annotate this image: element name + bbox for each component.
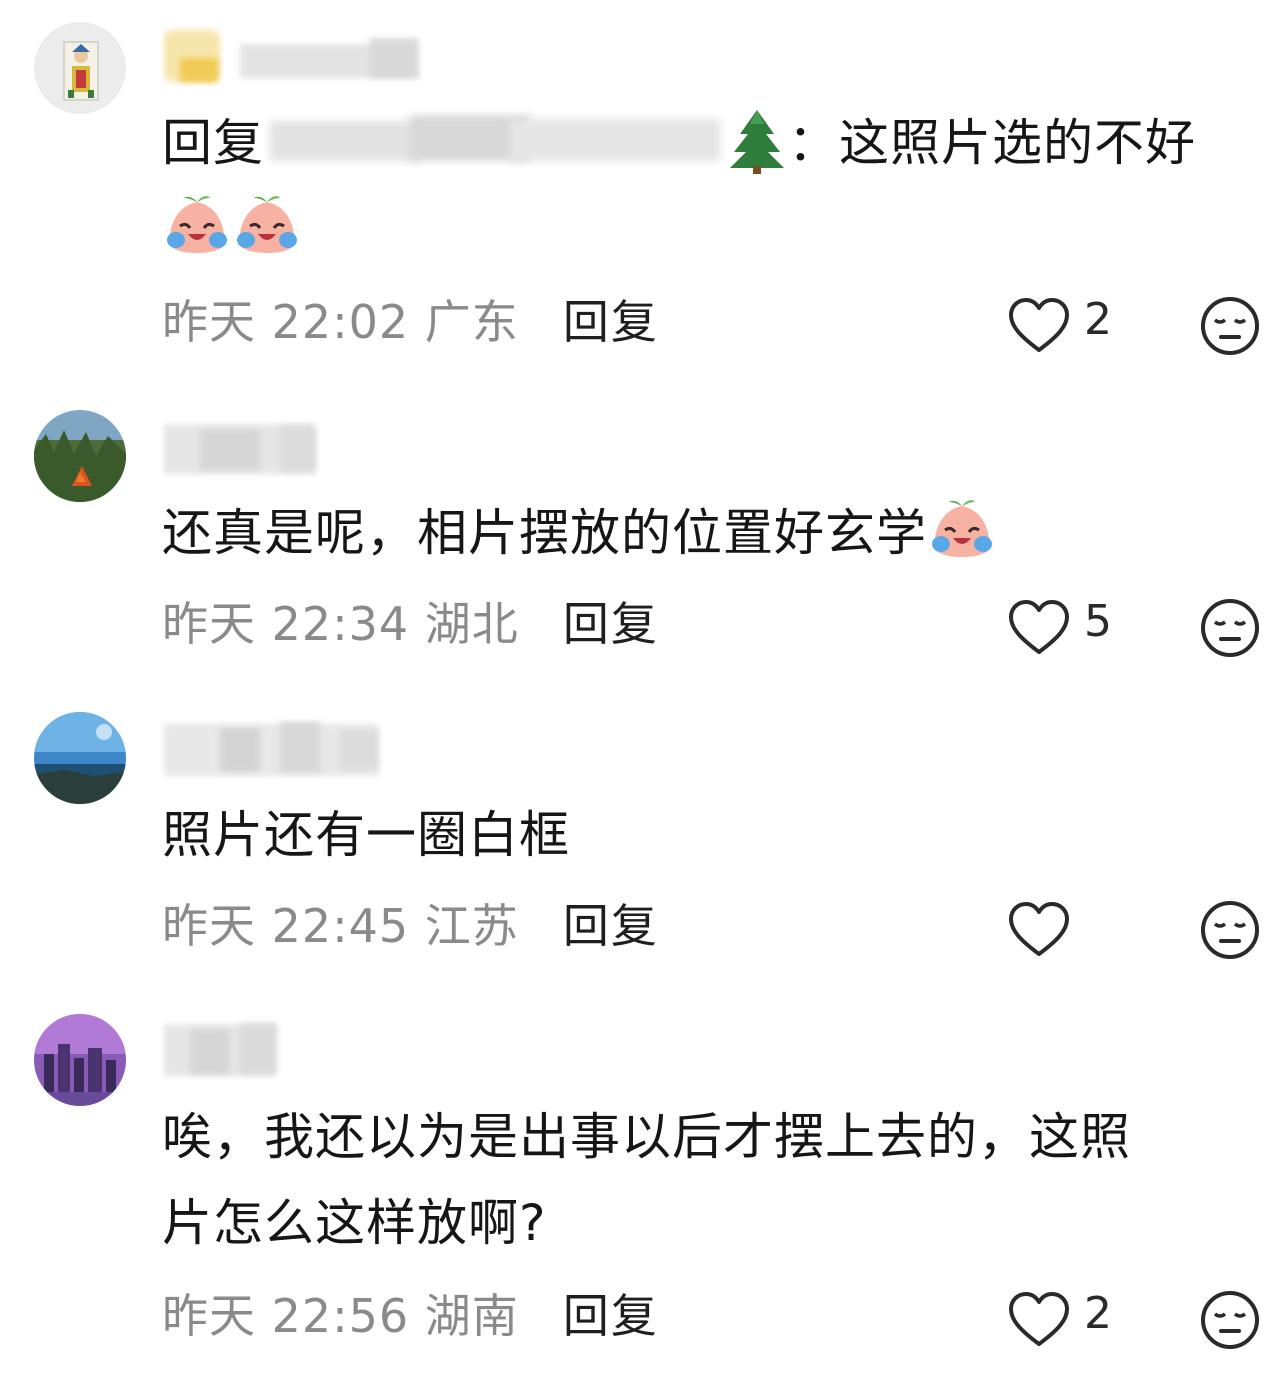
- reply-button[interactable]: 回复: [563, 1289, 659, 1343]
- comment-content: ：这照片选的不好: [788, 114, 1196, 172]
- heart-outline-icon: [1009, 902, 1069, 956]
- comment-content: 还真是呢，相片摆放的位置好玄学: [162, 504, 927, 562]
- comment-meta: 昨天 22:02 广东 回复: [162, 292, 659, 352]
- mention-blurred[interactable]: [270, 111, 720, 171]
- dislike-button[interactable]: [1200, 900, 1260, 960]
- like-count: 5: [1084, 596, 1112, 647]
- heart-outline-icon: [1009, 600, 1069, 654]
- unamused-face-icon: [1201, 297, 1259, 355]
- comment-meta: 昨天 22:34 湖北 回复: [162, 594, 659, 654]
- like-count: 2: [1084, 294, 1112, 345]
- like-button[interactable]: [1006, 1290, 1072, 1350]
- time-location: 昨天 22:02 广东: [162, 295, 519, 349]
- avatar[interactable]: [34, 410, 126, 502]
- comment-content-line-2: 片怎么这样放啊?: [162, 1194, 547, 1252]
- avatar[interactable]: [34, 712, 126, 804]
- time-location: 昨天 22:34 湖北: [162, 597, 519, 651]
- reply-button[interactable]: 回复: [563, 899, 659, 953]
- unamused-face-icon: [1201, 901, 1259, 959]
- tree-emoji-icon: [726, 106, 788, 176]
- avatar[interactable]: [34, 22, 126, 114]
- time-location: 昨天 22:45 江苏: [162, 899, 519, 953]
- heart-outline-icon: [1009, 298, 1069, 352]
- comment-text: 还真是呢，相片摆放的位置好玄学: [162, 490, 1252, 576]
- dislike-button[interactable]: [1200, 598, 1260, 658]
- time-location: 昨天 22:56 湖南: [162, 1289, 519, 1343]
- unamused-face-icon: [1201, 599, 1259, 657]
- like-button[interactable]: [1006, 900, 1072, 960]
- dislike-button[interactable]: [1200, 296, 1260, 356]
- unamused-face-icon: [1201, 1291, 1259, 1349]
- avatar[interactable]: [34, 1014, 126, 1106]
- comment-meta: 昨天 22:56 湖南 回复: [162, 1286, 659, 1346]
- dislike-button[interactable]: [1200, 1290, 1260, 1350]
- reply-button[interactable]: 回复: [563, 597, 659, 651]
- comment-text: 回复 ：这照片选的不好: [162, 100, 1252, 272]
- comment-content: 照片还有一圈白框: [162, 806, 570, 864]
- comment-content-line-1: 唉，我还以为是出事以后才摆上去的，这照: [162, 1108, 1131, 1166]
- comment-text: 照片还有一圈白框: [162, 792, 1252, 878]
- reply-button[interactable]: 回复: [563, 295, 659, 349]
- reply-prefix: 回复: [162, 114, 264, 172]
- like-button[interactable]: [1006, 598, 1072, 658]
- like-count: 2: [1084, 1288, 1112, 1339]
- crying-laughing-peach-icon: [927, 496, 997, 566]
- crying-laughing-peach-icon: [232, 192, 302, 262]
- heart-outline-icon: [1009, 1292, 1069, 1346]
- crying-laughing-peach-icon: [162, 192, 232, 262]
- like-button[interactable]: [1006, 296, 1072, 356]
- comment-meta: 昨天 22:45 江苏 回复: [162, 896, 659, 956]
- comment-text: 唉，我还以为是出事以后才摆上去的，这照 片怎么这样放啊?: [162, 1094, 1252, 1266]
